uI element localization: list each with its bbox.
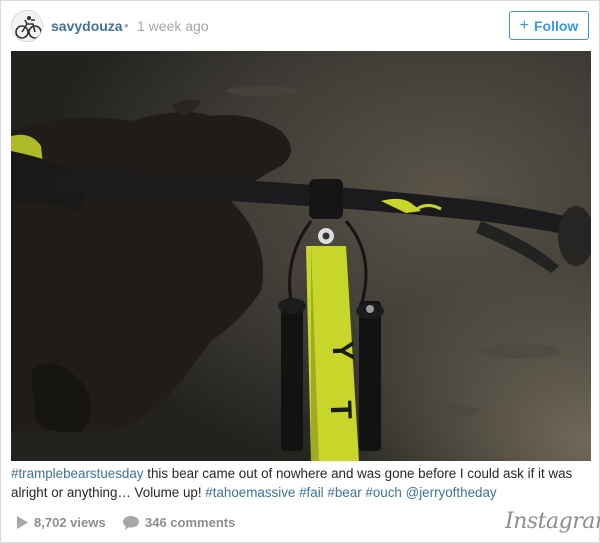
bear-trail-photo: Y T [11, 51, 591, 461]
username[interactable]: savydouza [51, 18, 123, 34]
instagram-logo[interactable]: Instagram [505, 509, 600, 534]
post-caption: #tramplebearstuesday this bear came out … [11, 464, 591, 502]
post-time[interactable]: 1 week ago [137, 18, 209, 34]
avatar[interactable] [11, 10, 43, 42]
hashtag-fail[interactable]: #fail [299, 485, 324, 500]
post-header: savydouza • 1 week ago + Follow [1, 1, 599, 51]
comment-bubble-icon [123, 515, 139, 530]
instagram-post-card: savydouza • 1 week ago + Follow Y T #tra… [0, 0, 600, 543]
frame-letter-t: T [324, 400, 358, 419]
views-stat: 8,702 views [17, 515, 106, 530]
follow-button[interactable]: + Follow [509, 11, 589, 40]
hashtag-tahoemassive[interactable]: #tahoemassive [205, 485, 295, 500]
post-footer: 8,702 views 346 comments Instagram [1, 506, 600, 542]
separator-dot: • [124, 18, 129, 33]
frame-letter-y: Y [326, 340, 360, 361]
hashtag-tramplebearstuesday[interactable]: #tramplebearstuesday [11, 466, 144, 481]
views-count: 8,702 views [34, 515, 106, 530]
hashtag-ouch[interactable]: #ouch [365, 485, 401, 500]
comments-stat[interactable]: 346 comments [123, 515, 235, 530]
follow-label: Follow [534, 17, 579, 34]
post-photo[interactable]: Y T [11, 51, 591, 461]
mention-jerryoftheday[interactable]: @jerryoftheday [406, 485, 497, 500]
hashtag-bear[interactable]: #bear [327, 485, 361, 500]
avatar-bike-icon [12, 11, 42, 41]
plus-icon: + [519, 16, 529, 34]
play-icon [17, 516, 28, 529]
comments-count: 346 comments [145, 515, 236, 530]
